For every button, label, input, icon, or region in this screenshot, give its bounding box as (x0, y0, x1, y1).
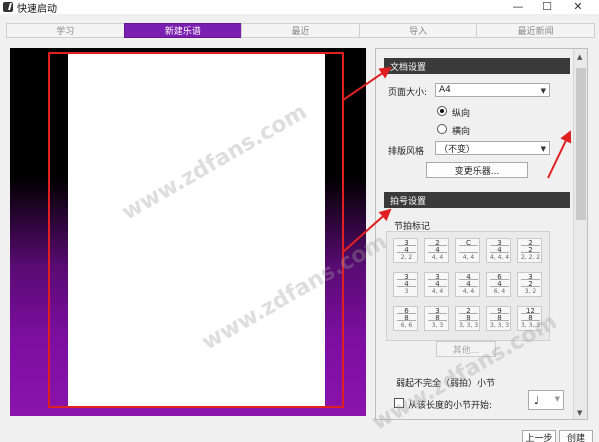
quick-start-window: 快速启动 — ☐ ✕ 学习 新建乐谱 最近 导入 最近新闻 文档设置 页面大小:… (0, 0, 599, 442)
arrow-to-doc-settings (342, 66, 392, 101)
arrow-to-scrollbar (547, 130, 572, 179)
arrow-to-time-sig-settings (342, 208, 392, 253)
annotation-arrows (342, 66, 572, 253)
